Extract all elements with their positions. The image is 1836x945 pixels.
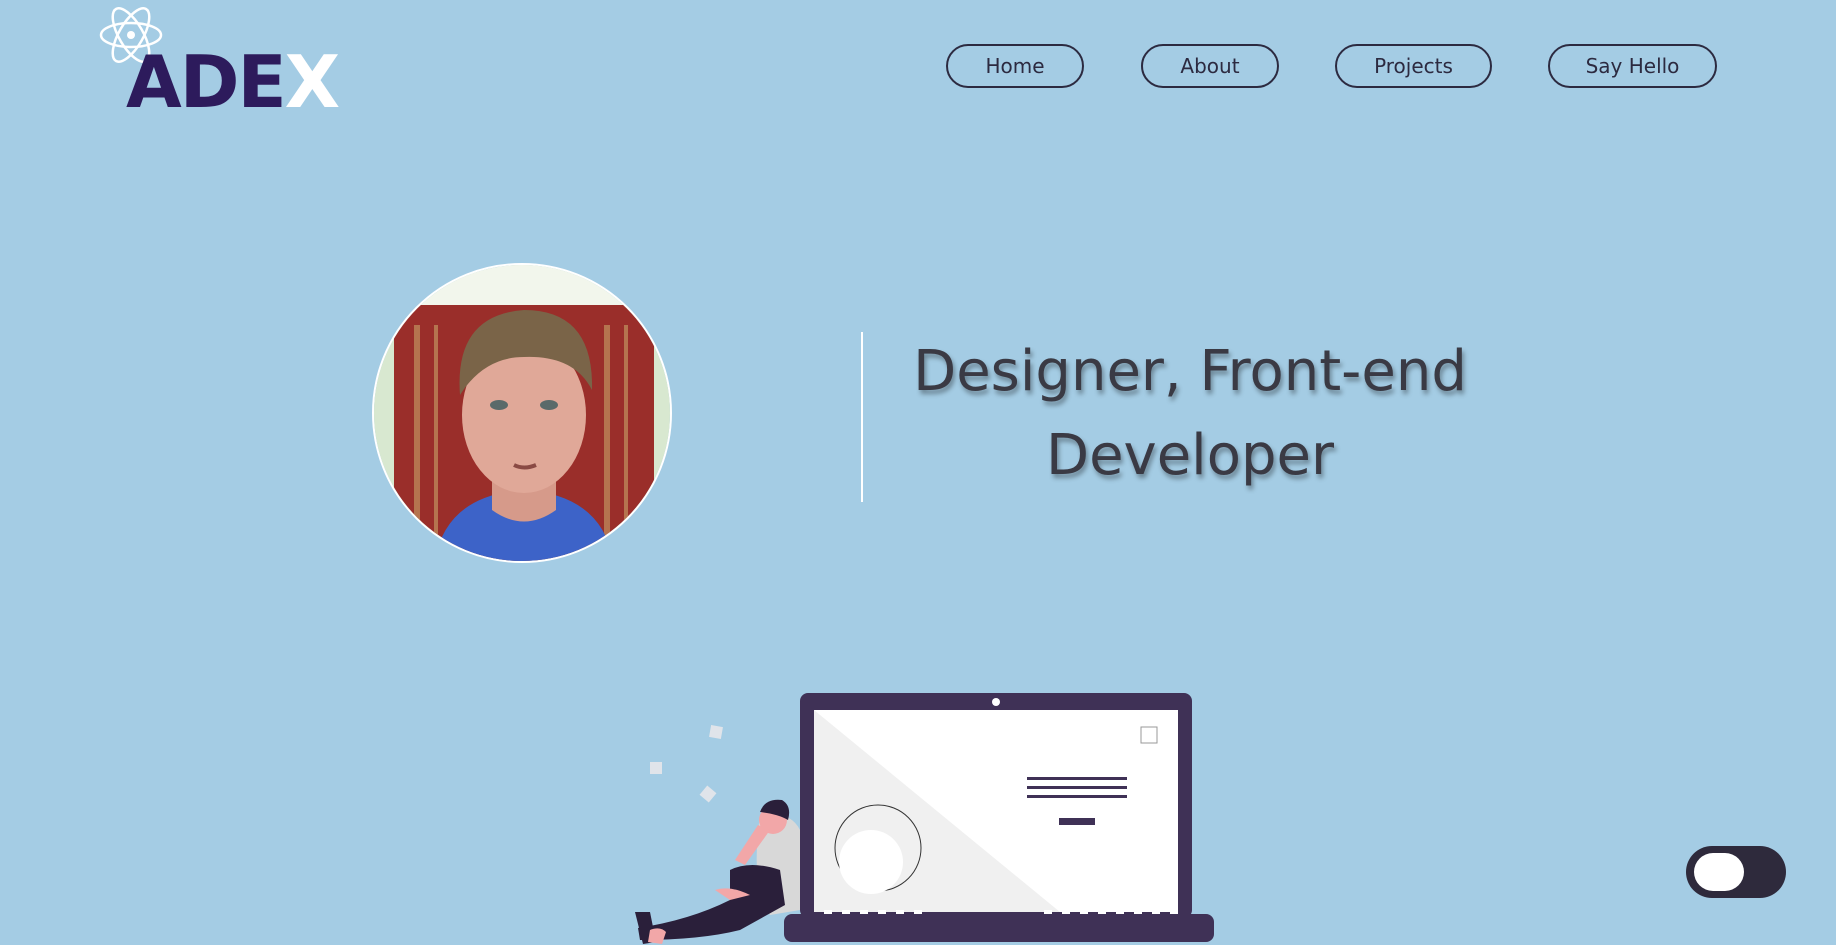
person-with-laptop-illustration [635, 693, 1214, 944]
headline-line-1: Designer, Front-end [913, 339, 1467, 404]
hero-divider [861, 332, 863, 502]
avatar [372, 263, 672, 563]
nav-say-hello-button[interactable]: Say Hello [1548, 44, 1717, 88]
nav-about-button[interactable]: About [1141, 44, 1279, 88]
main-nav: Home About Projects Say Hello [0, 44, 1836, 90]
hero-headline: Designer, Front-end Developer [870, 330, 1510, 498]
nav-home-button[interactable]: Home [946, 44, 1084, 88]
profile-photo [374, 265, 670, 561]
theme-toggle-knob [1694, 853, 1744, 891]
nav-projects-button[interactable]: Projects [1335, 44, 1492, 88]
headline-line-2: Developer [1045, 423, 1334, 488]
theme-toggle[interactable] [1686, 846, 1786, 898]
